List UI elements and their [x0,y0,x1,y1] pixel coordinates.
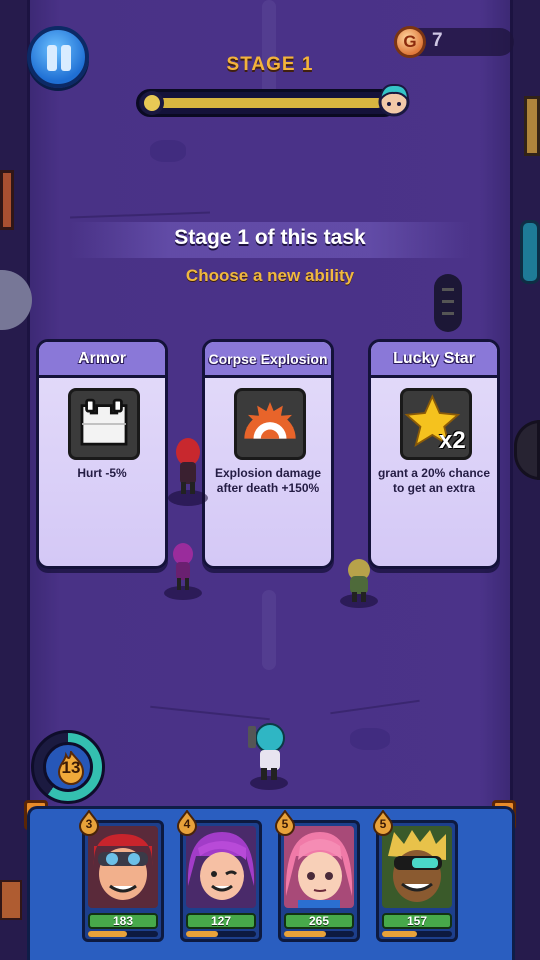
hero-level: 3 [85,817,93,831]
hero-portrait-purple [186,826,256,908]
player-level-badge: 13 [43,742,93,792]
hero-xp-bar [186,931,256,937]
hero-xp-fill [186,931,218,937]
hero-hp: 127 [186,913,256,929]
hero-portrait-red [88,826,158,908]
pause-button[interactable] [27,26,89,88]
hero-xp-fill [284,931,326,937]
ability-name: Armor [39,342,165,378]
hero-xp-bar [382,931,452,937]
ability-description: Hurt -5% [77,466,127,480]
hero-hp: 183 [88,913,158,929]
hero-xp-bar [284,931,354,937]
hero-card[interactable]: 183 [82,820,164,942]
task-subtitle: Choose a new ability [185,266,355,285]
coin-g-icon: G [394,26,426,58]
ability-card-corpse-explosion[interactable]: Corpse Explosion Explosion damage after … [202,339,334,569]
hero-portrait-pink [284,826,354,908]
boss-head-icon [378,83,410,117]
green-brawler-unit [348,559,370,602]
side-grille [434,274,462,332]
explosion-icon [234,388,306,460]
coin-count: 7 [432,30,443,51]
pause-icon [61,45,71,71]
task-title: Stage 1 of this task [174,226,366,249]
ability-description: Explosion damage after death +150% [214,466,322,495]
stage-label: STAGE 1 [226,54,314,75]
hero-portrait-green [382,826,452,908]
player-level-number: 13 [61,758,81,777]
hero-level: 5 [281,817,289,831]
hero-card[interactable]: 157 [376,820,458,942]
ability-name: Corpse Explosion [205,342,331,378]
hero-xp-bar [88,931,158,937]
hero-xp-fill [382,931,417,937]
purple-brawler-unit [173,543,193,590]
hero-card[interactable]: 127 [180,820,262,942]
ability-card-lucky-star[interactable]: Lucky Star x2 grant a 20% chance to get … [368,339,500,569]
player-brawler-unit [248,723,285,780]
armor-vest-icon [68,388,140,460]
stage-progress-start-marker [140,91,164,115]
stage-progress-fill [143,98,383,108]
ability-card-armor[interactable]: Armor Hurt -5% [36,339,168,569]
hero-level: 4 [183,817,191,831]
stage-progress-bar [136,89,398,117]
star-x2-icon: x2 [400,388,472,460]
hero-level: 5 [379,817,387,831]
hero-hp: 265 [284,913,354,929]
ability-name: Lucky Star [371,342,497,378]
hero-xp-fill [88,931,127,937]
ability-description: grant a 20% chance to get an extra [377,466,491,495]
x2-badge: x2 [439,427,466,454]
red-brawler-unit [176,438,200,494]
hero-card[interactable]: 265 [278,820,360,942]
player-level-ring: 13 [31,730,105,804]
pause-icon [47,45,57,71]
hero-hp: 157 [382,913,452,929]
